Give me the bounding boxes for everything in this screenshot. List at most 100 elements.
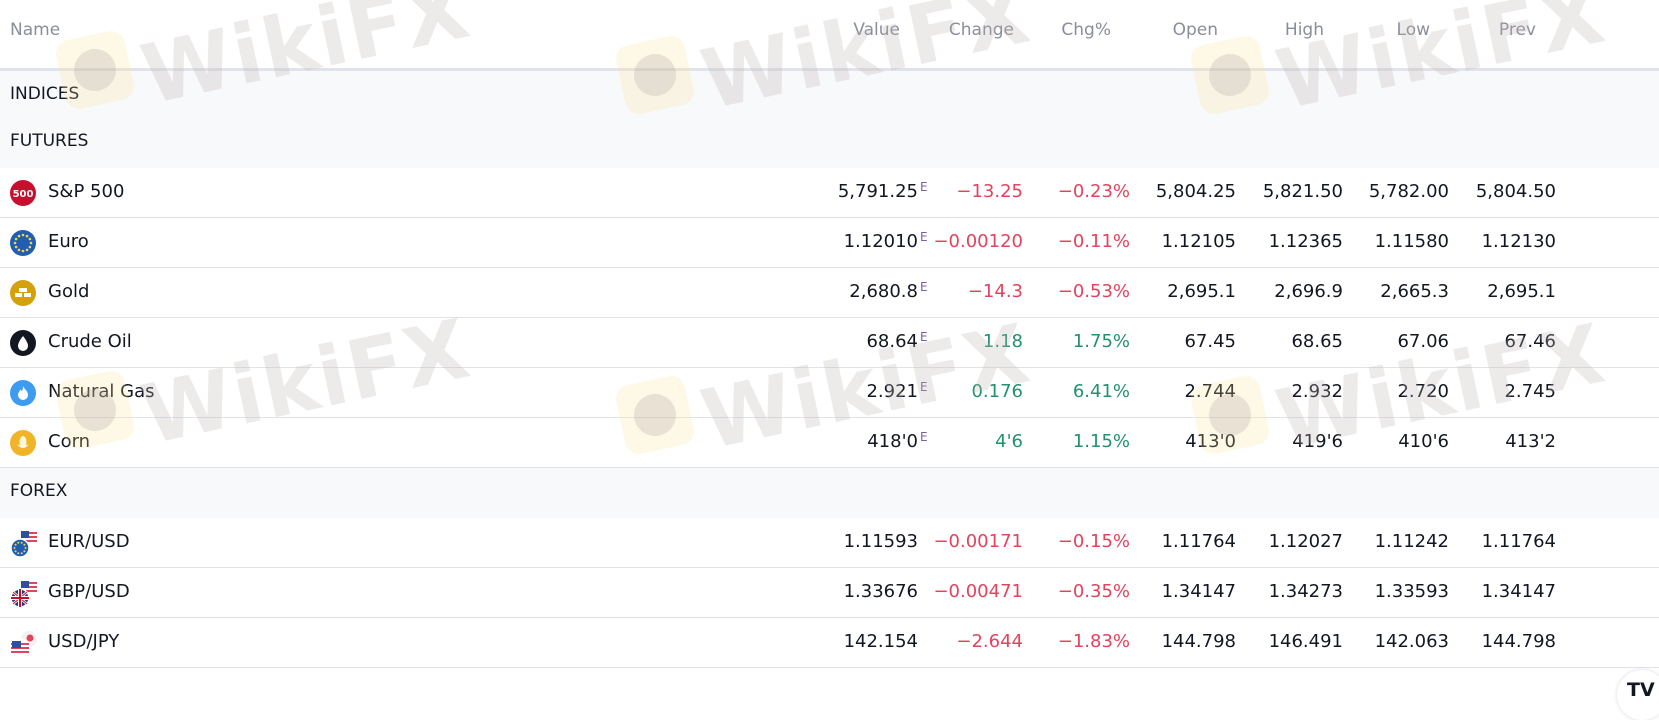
col-header-low[interactable]: Low [1397, 20, 1430, 40]
prev-cell: 144.798 [1481, 631, 1556, 652]
value-cell: 1.33676 [843, 581, 918, 602]
section-title: FUTURES [10, 131, 89, 151]
symbol-name[interactable]: S&P 500 [48, 181, 124, 202]
change-percent-cell: −0.11% [1057, 231, 1130, 252]
change-cell: −2.644 [956, 631, 1023, 652]
section-title: FOREX [10, 481, 68, 501]
end-of-day-flag: E [920, 380, 928, 394]
tradingview-logo-icon: TV [1627, 679, 1655, 701]
end-of-day-flag: E [920, 230, 928, 244]
section-title: INDICES [10, 84, 80, 104]
table-row[interactable]: EUR/USD 1.11593 −0.00171 −0.15% 1.11764 1.120… [0, 518, 1659, 568]
col-header-change[interactable]: Change [949, 20, 1014, 40]
prev-cell: 1.11764 [1481, 531, 1556, 552]
col-header-high[interactable]: High [1285, 20, 1324, 40]
prev-cell: 2,695.1 [1487, 281, 1556, 302]
prev-cell: 1.34147 [1481, 581, 1556, 602]
symbol-name[interactable]: Crude Oil [48, 331, 132, 352]
futures-rows: 500 S&P 500 5,791.25 E −13.25 −0.23% 5,804.25 5… [0, 168, 1659, 468]
high-cell: 1.12027 [1268, 531, 1343, 552]
low-cell: 2,665.3 [1380, 281, 1449, 302]
high-cell: 1.34273 [1268, 581, 1343, 602]
high-cell: 5,821.50 [1262, 181, 1343, 202]
table-header: Name Value Change Chg% Open High Low Pre… [0, 0, 1659, 71]
change-cell: 4'6 [995, 431, 1023, 452]
low-cell: 2.720 [1397, 381, 1449, 402]
value-cell: 1.12010 [843, 231, 918, 252]
change-cell: −0.00471 [933, 581, 1023, 602]
change-percent-cell: −0.35% [1057, 581, 1130, 602]
euro-icon [10, 230, 36, 256]
high-cell: 1.12365 [1268, 231, 1343, 252]
change-percent-cell: −0.23% [1057, 181, 1130, 202]
prev-cell: 5,804.50 [1475, 181, 1556, 202]
open-cell: 5,804.25 [1155, 181, 1236, 202]
table-row[interactable]: Euro 1.12010 E −0.00120 −0.11% 1.12105 1.12365… [0, 218, 1659, 268]
change-cell: 1.18 [982, 331, 1023, 352]
value-cell: 2.921 [866, 381, 918, 402]
section-forex[interactable]: FOREX [0, 468, 1659, 518]
change-cell: −13.25 [956, 181, 1023, 202]
symbol-name[interactable]: Natural Gas [48, 381, 154, 402]
change-percent-cell: 1.15% [1072, 431, 1130, 452]
table-row[interactable]: Crude Oil 68.64 E 1.18 1.75% 67.45 68.65 67.06 6… [0, 318, 1659, 368]
change-cell: −0.00171 [933, 531, 1023, 552]
col-header-chg-pct[interactable]: Chg% [1061, 20, 1111, 40]
value-cell: 2,680.8 [849, 281, 918, 302]
change-percent-cell: −0.53% [1057, 281, 1130, 302]
svg-text:500: 500 [13, 189, 34, 200]
col-header-name[interactable]: Name [10, 20, 60, 40]
end-of-day-flag: E [920, 430, 928, 444]
table-row[interactable]: Gold 2,680.8 E −14.3 −0.53% 2,695.1 2,696.9 2,6… [0, 268, 1659, 318]
symbol-name[interactable]: Gold [48, 281, 89, 302]
high-cell: 419'6 [1292, 431, 1343, 452]
symbol-name[interactable]: Corn [48, 431, 90, 452]
change-cell: −14.3 [967, 281, 1023, 302]
open-cell: 67.45 [1184, 331, 1236, 352]
open-cell: 144.798 [1161, 631, 1236, 652]
open-cell: 1.12105 [1161, 231, 1236, 252]
low-cell: 1.11580 [1374, 231, 1449, 252]
usd-jpy-icon [10, 630, 37, 658]
symbol-name[interactable]: EUR/USD [48, 531, 130, 552]
low-cell: 410'6 [1398, 431, 1449, 452]
value-cell: 68.64 [866, 331, 918, 352]
tradingview-logo[interactable]: TV [1617, 670, 1659, 720]
value-cell: 142.154 [843, 631, 918, 652]
sp500-icon: 500 [10, 180, 36, 206]
open-cell: 413'0 [1185, 431, 1236, 452]
low-cell: 1.33593 [1374, 581, 1449, 602]
section-indices[interactable]: INDICES [0, 71, 1659, 118]
low-cell: 1.11242 [1374, 531, 1449, 552]
symbol-name[interactable]: USD/JPY [48, 631, 119, 652]
change-cell: −0.00120 [933, 231, 1023, 252]
col-header-open[interactable]: Open [1173, 20, 1218, 40]
table-row[interactable]: Natural Gas 2.921 E 0.176 6.41% 2.744 2.932 2.7… [0, 368, 1659, 418]
prev-cell: 2.745 [1504, 381, 1556, 402]
table-row[interactable]: 500 S&P 500 5,791.25 E −13.25 −0.23% 5,804.25 5… [0, 168, 1659, 218]
col-header-prev[interactable]: Prev [1499, 20, 1536, 40]
open-cell: 1.34147 [1161, 581, 1236, 602]
high-cell: 2,696.9 [1274, 281, 1343, 302]
change-percent-cell: 1.75% [1072, 331, 1130, 352]
high-cell: 146.491 [1268, 631, 1343, 652]
high-cell: 68.65 [1291, 331, 1343, 352]
change-percent-cell: −1.83% [1057, 631, 1130, 652]
value-cell: 5,791.25 [837, 181, 918, 202]
col-header-value[interactable]: Value [853, 20, 900, 40]
table-row[interactable]: GBP/USD 1.33676 −0.00471 −0.35% 1.34147 1.342… [0, 568, 1659, 618]
crude-oil-icon [10, 330, 36, 356]
change-percent-cell: 6.41% [1072, 381, 1130, 402]
change-percent-cell: −0.15% [1057, 531, 1130, 552]
gold-icon [10, 280, 36, 306]
prev-cell: 413'2 [1505, 431, 1556, 452]
symbol-name[interactable]: GBP/USD [48, 581, 130, 602]
symbol-name[interactable]: Euro [48, 231, 89, 252]
table-row[interactable]: Corn 418'0 E 4'6 1.15% 413'0 419'6 410'6 413'2 [0, 418, 1659, 468]
section-futures[interactable]: FUTURES [0, 118, 1659, 168]
natural-gas-icon [10, 380, 36, 406]
prev-cell: 67.46 [1504, 331, 1556, 352]
end-of-day-flag: E [920, 330, 928, 344]
open-cell: 2,695.1 [1167, 281, 1236, 302]
table-row[interactable]: USD/JPY 142.154 −2.644 −1.83% 144.798 146.491… [0, 618, 1659, 668]
